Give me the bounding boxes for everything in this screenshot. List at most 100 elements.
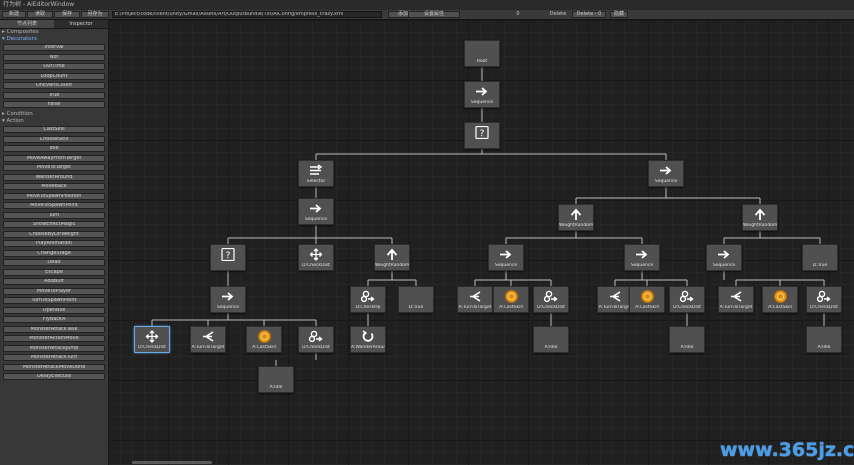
tree-node-wp1[interactable]: WeightRandom	[558, 204, 594, 231]
tree-node-bio3[interactable]: D:CheckDist	[669, 286, 705, 313]
node-label: D:True	[812, 263, 828, 268]
tree-node-seq2[interactable]: Sequence	[298, 198, 334, 225]
palette-item[interactable]: DelayExecute	[3, 373, 105, 380]
new-button[interactable]: 新建	[2, 11, 26, 18]
tree-node-seq4[interactable]: Sequence	[488, 244, 524, 271]
tree-node-skill3[interactable]: A:CastSkill	[762, 286, 798, 313]
category-condition[interactable]: ▸ Condition	[2, 111, 33, 118]
tree-node-skill1[interactable]: A:CastSkill	[493, 286, 529, 313]
tree-node-turn3[interactable]: A:TurnToTarget	[718, 286, 754, 313]
tree-node-rnd2[interactable]: ?	[210, 244, 246, 271]
category-decorators-label: Decorators	[6, 36, 37, 42]
tree-node-seq1[interactable]: Sequence	[464, 81, 500, 108]
tree-node-idle3[interactable]: A:Idle	[669, 326, 705, 353]
palette-item[interactable]: LoopCount	[3, 72, 105, 80]
tree-node-idle4[interactable]: A:Idle	[806, 326, 842, 353]
palette-item[interactable]: MoveToSpawnPoint	[3, 202, 105, 209]
palette-item[interactable]: Interval	[3, 44, 105, 51]
tree-node-mv1[interactable]: D:CheckDist	[298, 244, 334, 271]
tree-node-mv2[interactable]: D:CheckDist	[134, 326, 170, 353]
palette-item[interactable]: ChooseSkill	[3, 135, 105, 143]
tree-node-seq5[interactable]: Sequence	[624, 244, 660, 271]
watermark: www.365jz.com	[720, 439, 854, 461]
save-button[interactable]: 保存	[54, 11, 80, 18]
category-decorators[interactable]: ▾ Decorators	[2, 36, 37, 43]
svg-text:?: ?	[226, 251, 231, 261]
palette-item[interactable]: True	[3, 91, 105, 99]
tree-node-sel1[interactable]: Selector	[298, 160, 334, 187]
tree-node-turn2[interactable]: A:TurnToTarget	[597, 286, 633, 313]
palette-item[interactable]: MoveToPlayer	[3, 287, 105, 295]
palette-item[interactable]: TurnToSpawnPoint	[3, 297, 105, 304]
behavior-tree-canvas[interactable]: Root Sequence? Selector Sequence Sequence Wei…	[108, 20, 854, 465]
tree-node-wp2[interactable]: WeightRandom	[742, 204, 778, 231]
palette-item[interactable]: MoveToSpawnPosition	[3, 192, 105, 200]
node-palette-sidebar: 节点列表 Inspector ▸ Composites ▾ Decorators…	[0, 20, 109, 465]
palette-item[interactable]: MoveToTarget	[3, 164, 105, 171]
palette-item[interactable]: Turn	[3, 211, 105, 219]
tree-node-bio4[interactable]: D:CheckDist	[806, 286, 842, 313]
palette-item[interactable]: WanderAround	[3, 173, 105, 181]
load-button[interactable]: 读取	[27, 11, 53, 18]
tree-node-skill2[interactable]: A:CastSkill	[629, 286, 665, 313]
tree-node-idle1[interactable]: A:Idle	[258, 366, 294, 393]
palette-item[interactable]: Escape	[3, 268, 105, 276]
node-label: A:TurnToTarget	[598, 305, 632, 310]
palette-item[interactable]: MonsterAttackTurn	[3, 354, 105, 361]
palette-item[interactable]: MoveAwayFromTarget	[3, 154, 105, 162]
tree-node-true2[interactable]: D:True	[398, 286, 434, 313]
palette-item[interactable]: MoveBack	[3, 183, 105, 190]
tree-node-turn1[interactable]: A:TurnToTarget	[457, 286, 493, 313]
set-property-button[interactable]: 设置属性	[408, 11, 460, 18]
tree-node-seq7[interactable]: Sequence	[210, 286, 246, 313]
palette-item[interactable]: FlyBackA	[3, 316, 105, 323]
tree-node-wp3[interactable]: WeightRandom	[374, 244, 410, 271]
palette-item[interactable]: MonsterAttackMoveDone	[3, 363, 105, 371]
palette-item[interactable]: MonsterAttackTask	[3, 325, 105, 333]
palette-item[interactable]: MonsterAttackJump	[3, 344, 105, 352]
mode-dropdown[interactable]: Delete - 0	[572, 11, 606, 18]
node-label: A:CastSkill	[252, 345, 276, 350]
palette-item[interactable]: Not	[3, 53, 105, 61]
tree-node-true1[interactable]: D:True	[802, 244, 838, 271]
tree-node-root[interactable]: Root	[464, 40, 500, 67]
tree-node-seq6[interactable]: Sequence	[706, 244, 742, 271]
palette-item[interactable]: AddBuff	[3, 278, 105, 285]
toolbar: 新建 读取 保存 另存为 E:/Project/code/client/unit…	[0, 10, 854, 20]
tree-node-skill4[interactable]: A:CastSkill	[246, 326, 282, 353]
node-label: A:TurnToTarget	[719, 305, 753, 310]
zoom-value: 0	[516, 11, 520, 17]
hide-button[interactable]: 隐藏	[610, 11, 628, 18]
category-action[interactable]: ▾ Action	[2, 118, 24, 125]
tab-node-list[interactable]: 节点列表	[0, 20, 54, 28]
tree-node-bio2[interactable]: D:CheckDist	[533, 286, 569, 313]
palette-item[interactable]: PlayAnimation	[3, 240, 105, 247]
palette-item[interactable]: False	[3, 101, 105, 108]
tab-inspector[interactable]: Inspector	[54, 20, 108, 28]
palette-item[interactable]: OutTime	[3, 63, 105, 70]
node-label: Selector	[306, 179, 326, 184]
palette-item[interactable]: Dead	[3, 259, 105, 266]
palette-item[interactable]: ChooseByDirWeight	[3, 230, 105, 238]
tree-node-loop1[interactable]: A:WanderAround	[350, 326, 386, 353]
palette-item[interactable]: Idle	[3, 145, 105, 152]
palette-item[interactable]: ChangeStage	[3, 249, 105, 257]
node-label: D:CheckDist	[302, 345, 330, 350]
tree-node-idle2[interactable]: A:Idle	[533, 326, 569, 353]
file-path-field[interactable]: E:/Project/code/client/unity/Gmall/Asset…	[112, 11, 382, 18]
horizontal-scrollbar[interactable]	[132, 461, 212, 464]
palette-item[interactable]: OpenBox	[3, 306, 105, 314]
node-label: A:WanderAround	[351, 345, 385, 350]
save-as-button[interactable]: 另存为	[81, 11, 109, 18]
tree-node-bio5[interactable]: D:CheckDist	[298, 326, 334, 353]
palette-item[interactable]: CastSkill	[3, 126, 105, 133]
tree-node-turn4[interactable]: A:TurnToTarget	[190, 326, 226, 353]
category-composites[interactable]: ▸ Composites	[2, 29, 39, 36]
tree-node-bio1[interactable]: D:CheckHp	[350, 286, 386, 313]
palette-item[interactable]: OnEventCount	[3, 82, 105, 89]
palette-item[interactable]: ShowEffectMagic	[3, 221, 105, 228]
tree-node-rnd1[interactable]: ?	[464, 122, 500, 149]
palette-item[interactable]: MonsterActionMove	[3, 335, 105, 342]
node-label: A:Idle	[680, 345, 694, 350]
tree-node-seq3[interactable]: Sequence	[648, 160, 684, 187]
